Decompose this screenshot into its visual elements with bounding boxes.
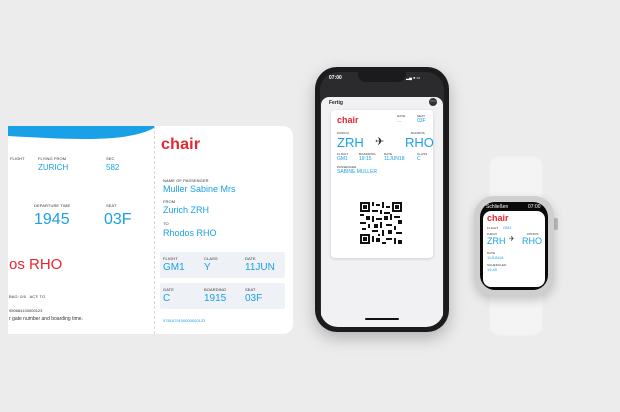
passenger-name-label: NAME OF PASSENGER: [163, 178, 209, 183]
seat-label-right: SEAT: [245, 287, 256, 292]
phone-date-value: ...: [397, 118, 402, 124]
sec-label: SEC: [106, 156, 115, 161]
date-value: 11JUN: [245, 262, 275, 273]
phone-flight-value: GM1: [337, 156, 348, 162]
watch-plane-icon: ✈: [509, 236, 515, 243]
departure-time-label: DEPARTURE TIME: [34, 203, 71, 208]
phone-date2-value: 11JUN18: [384, 156, 405, 162]
watch-time: 07:00: [528, 204, 541, 210]
phone-notch: [358, 72, 406, 82]
departure-time-value: 1945: [34, 211, 70, 228]
phone-time: 07:00: [329, 75, 342, 81]
flight-label-right: FLIGHT: [163, 256, 178, 261]
class-label: CLASS: [204, 256, 218, 261]
wallet-pass-card[interactable]: chair DATE ... SEAT 03F ZURICH ZRH ✈ RHO…: [331, 110, 434, 258]
status-icons: ▂▄ ● ▭: [406, 75, 421, 80]
watch-dest-value: RHO: [522, 236, 542, 246]
phone-dest-value: RHO: [405, 135, 434, 150]
to-value: Rhodos RHO: [163, 228, 217, 238]
watch-pass-card[interactable]: chair FLIGHT GM1 ZURICH ZRH ✈ RHODOS RHO…: [483, 211, 545, 287]
phone-boarding-value: 19:15: [359, 156, 372, 162]
passenger-name-value: Muller Sabine Mrs: [163, 184, 236, 194]
to-label: TO: [163, 221, 169, 226]
boarding-label: BOARDING: [204, 287, 227, 292]
class-value: Y: [204, 262, 211, 273]
watch-date-value: 11JUN18: [487, 255, 504, 260]
iphone: 07:00 ▂▄ ● ▭ Fertig ⋯ chair DATE ... SEA…: [315, 67, 449, 332]
phone-passenger-value: SABINE MULLER: [337, 169, 378, 175]
watch-chair-logo: chair: [487, 213, 509, 223]
watch-close-button[interactable]: Schließen: [486, 204, 508, 210]
boarding-value: 1915: [204, 293, 227, 304]
seat-value-left: 03F: [104, 211, 132, 228]
phone-screen: 07:00 ▂▄ ● ▭ Fertig ⋯ chair DATE ... SEA…: [320, 72, 444, 327]
watch-origin-value: ZRH: [487, 236, 506, 246]
destination-fragment: os RHO: [9, 256, 63, 273]
boarding-pass-left: [8, 126, 154, 334]
phone-chair-logo: chair: [337, 115, 359, 125]
gate-value: C: [163, 293, 171, 304]
gate-label: GATE: [163, 287, 174, 292]
ticket-number-right: 9781679100000000123: [163, 318, 206, 323]
gate-note: r gate number and boarding time.: [9, 316, 83, 322]
watch-screen: Schließen 07:00 chair FLIGHT GM1 ZURICH …: [480, 202, 548, 290]
sec-value: 582: [106, 163, 120, 172]
watch-scheduled-value: 19:45: [487, 267, 498, 272]
from-label: FROM: [163, 199, 176, 204]
phone-class-value: C: [417, 156, 421, 162]
done-button[interactable]: Fertig: [329, 100, 343, 106]
home-indicator: [365, 318, 399, 320]
from-value: Zurich ZRH: [163, 205, 210, 215]
apple-watch: Schließen 07:00 chair FLIGHT GM1 ZURICH …: [474, 196, 554, 296]
phone-seat-value: 03F: [417, 118, 426, 124]
phone-origin-value: ZRH: [337, 135, 364, 150]
watch-band-bottom: [488, 293, 544, 337]
chair-logo: chair: [161, 136, 201, 153]
watch-flight-value: GM1: [503, 225, 512, 230]
bag-info: BAG: 0/0 ACT: TO: [9, 294, 46, 299]
watch-band-top: [488, 155, 544, 201]
flight-value-right: GM1: [163, 262, 185, 273]
seat-value-right: 03F: [245, 293, 263, 304]
pass-wave-decoration: [8, 126, 154, 148]
date-label: DATE: [245, 256, 256, 261]
flying-from-value: ZURICH: [38, 163, 69, 172]
flight-label: FLIGHT: [10, 156, 25, 161]
seat-label-left: SEAT: [106, 203, 117, 208]
barcode-icon: [358, 200, 404, 246]
watch-flight-label: FLIGHT: [487, 226, 499, 230]
ticket-number-left: 950684100000123: [9, 308, 43, 313]
plane-icon: ✈: [375, 136, 385, 148]
more-icon[interactable]: ⋯: [429, 98, 437, 106]
flying-from-label: FLYING FROM: [38, 156, 67, 161]
